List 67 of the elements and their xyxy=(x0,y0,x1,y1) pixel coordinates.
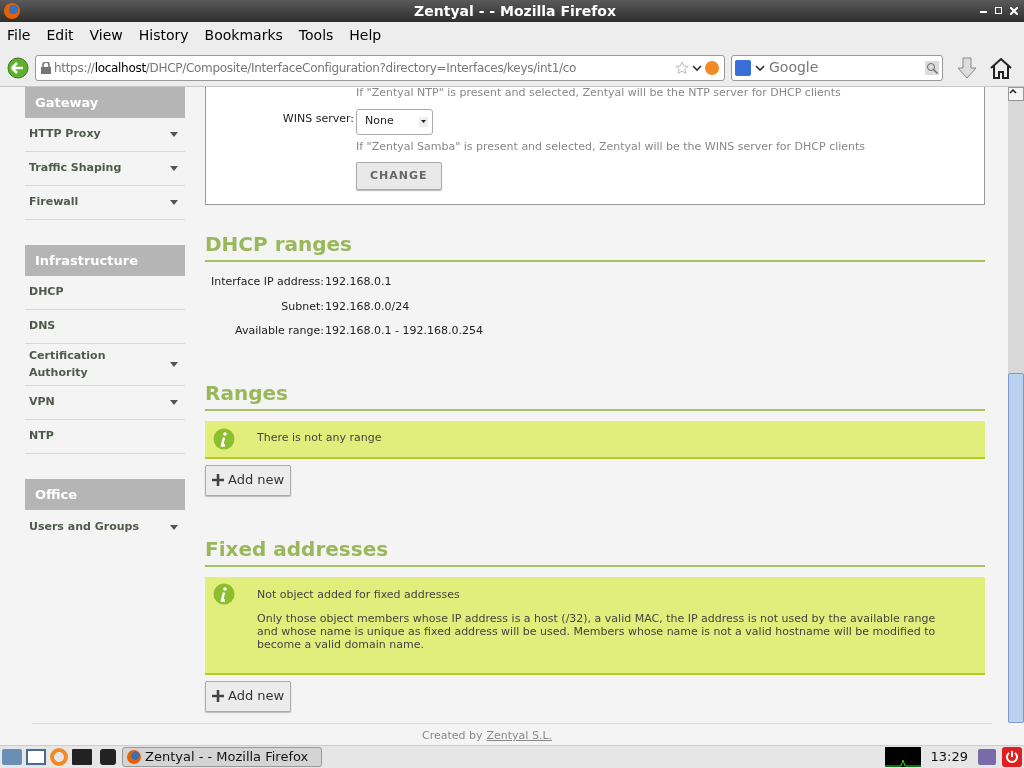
caret-icon[interactable] xyxy=(692,63,702,72)
info-icon xyxy=(213,582,235,605)
sidebar-item[interactable]: VPN xyxy=(25,386,185,420)
menu-item[interactable]: Bookmarks xyxy=(204,25,283,46)
wins-server-select[interactable]: None xyxy=(356,108,433,135)
power-icon[interactable] xyxy=(1002,747,1022,767)
menu-item[interactable]: History xyxy=(138,25,189,46)
star-icon[interactable] xyxy=(675,60,689,75)
sidebar-section-header: Infrastructure xyxy=(25,245,185,276)
add-new-button[interactable]: Add new xyxy=(205,680,292,712)
add-new-button[interactable]: Add new xyxy=(205,464,292,496)
field-label: Available range: xyxy=(234,323,324,339)
home-icon[interactable] xyxy=(989,56,1013,79)
hint-text: If "Zentyal NTP" is present and selected, Zentyal will be the NTP server for DHCP clients xyxy=(356,87,842,101)
menu-item[interactable]: Tools xyxy=(298,25,334,46)
search-field[interactable]: Google xyxy=(731,54,943,81)
menu-item[interactable]: View xyxy=(89,25,123,46)
sidebar-item[interactable]: Traffic Shaping xyxy=(25,152,185,186)
change-button[interactable]: CHANGE xyxy=(356,162,442,190)
menu-item[interactable]: Help xyxy=(349,25,382,46)
search-icon[interactable] xyxy=(925,60,939,75)
firefox-logo-icon xyxy=(4,3,20,19)
sidebar-item[interactable]: Certification Authority xyxy=(25,344,185,386)
windows-icon[interactable] xyxy=(26,749,46,765)
sidebar-item[interactable]: Firewall xyxy=(25,186,185,220)
plus-icon xyxy=(212,690,224,702)
url-text: https://localhost/DHCP/Composite/InterfaceConfiguration?directory=Interfaces/keys/int1/co xyxy=(54,59,578,77)
scrollbar[interactable] xyxy=(1008,87,1024,723)
sidebar-item[interactable]: DNS xyxy=(25,310,185,344)
firefox-logo-icon xyxy=(127,750,141,764)
section-title: DHCP ranges xyxy=(205,229,985,262)
info-icon xyxy=(213,427,235,450)
menu-item[interactable]: Edit xyxy=(46,25,74,46)
hint-text: If "Zentyal Samba" is present and selected, Zentyal will be the WINS server for DHCP clients xyxy=(356,138,867,155)
info-message: There is not any range xyxy=(257,430,382,447)
scrollbar-thumb[interactable] xyxy=(1008,373,1024,723)
field-label: Subnet: xyxy=(280,298,324,315)
menu-item[interactable]: File xyxy=(7,25,31,46)
clock: 13:29 xyxy=(929,748,969,767)
field-value: 192.168.0.1 xyxy=(325,274,392,290)
field-label: Interface IP address: xyxy=(209,274,324,290)
search-input[interactable]: Google xyxy=(769,57,921,78)
section-title: Fixed addresses xyxy=(205,533,985,567)
field-label: WINS server: xyxy=(281,110,355,127)
maximize-icon[interactable] xyxy=(995,7,1002,14)
cpu-graph-icon xyxy=(884,747,921,767)
field-value: 192.168.0.1 - 192.168.0.254 xyxy=(325,323,483,339)
caret-icon[interactable] xyxy=(755,63,765,72)
download-arrow-icon[interactable] xyxy=(957,56,977,79)
caret-icon xyxy=(419,116,428,127)
sidebar-item[interactable]: HTTP Proxy xyxy=(25,118,185,152)
scroll-up-icon[interactable] xyxy=(1008,87,1024,101)
sidebar-item[interactable]: NTP xyxy=(25,420,185,454)
field-value: 192.168.0.0/24 xyxy=(325,298,410,315)
sidebar-item[interactable]: Users and Groups xyxy=(25,510,185,544)
sidebar-section-header: Gateway xyxy=(25,87,185,118)
footer-text: Created by xyxy=(422,728,483,744)
sidebar-item[interactable]: DHCP xyxy=(25,276,185,310)
sidebar-section-header: Office xyxy=(25,479,185,510)
plus-icon xyxy=(212,474,224,486)
section-title: Ranges xyxy=(205,377,985,411)
window-title: Zentyal - - Mozilla Firefox xyxy=(413,1,617,21)
url-field[interactable]: https://localhost/DHCP/Composite/InterfaceConfiguration?directory=Interfaces/keys/int1/co xyxy=(35,54,725,81)
close-icon[interactable] xyxy=(1010,7,1018,15)
taskbar-window-button[interactable]: Zentyal - - Mozilla Firefox xyxy=(122,747,322,767)
info-message: Not object added for fixed addresses xyxy=(257,586,461,603)
info-detail: Only those object members whose IP address is a host (/32), a valid MAC, the IP address is not used by the available range and whose name is unique as fixed address will be used. Members whose name is not a valid hostname will be modified to become a valid domain name. xyxy=(257,612,937,651)
